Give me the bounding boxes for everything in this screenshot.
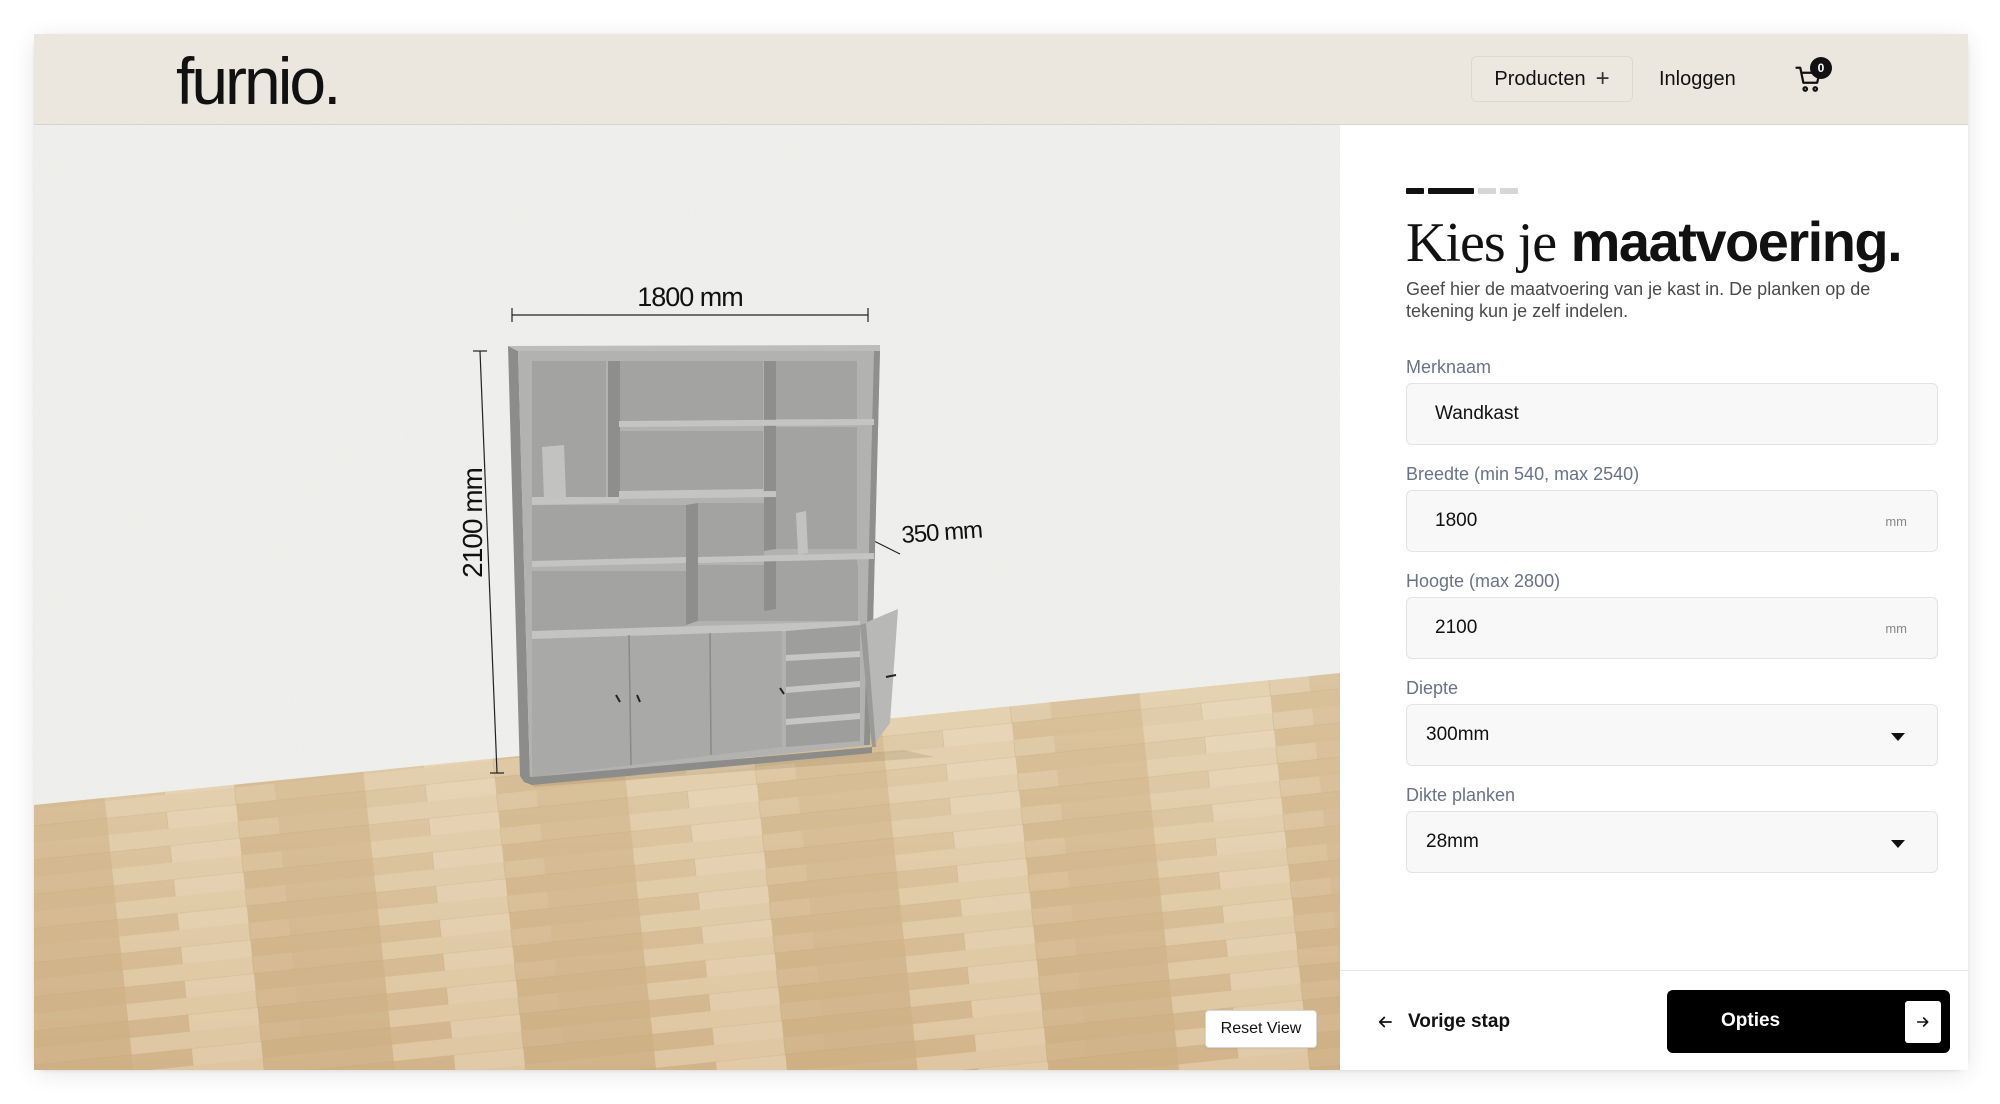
- next-options-button[interactable]: Opties: [1667, 990, 1950, 1053]
- height-field-label: Hoogte (max 2800): [1406, 571, 1561, 591]
- height-field-unit: mm: [1885, 620, 1907, 636]
- chevron-down-icon: [1891, 840, 1905, 848]
- nav-products-button[interactable]: Producten +: [1471, 56, 1633, 102]
- thickness-select-value: 28mm: [1426, 831, 1479, 852]
- height-field-value: 2100: [1435, 617, 1478, 638]
- chevron-down-icon: [1891, 733, 1905, 741]
- next-options-label: Opties: [1721, 1010, 1781, 1031]
- previous-step-button[interactable]: Vorige stap: [1376, 1003, 1510, 1041]
- width-field[interactable]: 1800 mm: [1406, 490, 1938, 552]
- thickness-select[interactable]: 28mm: [1406, 811, 1938, 873]
- page-title-bold: maatvoering.: [1570, 210, 1903, 273]
- depth-select-value: 300mm: [1426, 724, 1490, 745]
- depth-dimension-label: 350 mm: [901, 516, 983, 549]
- previous-step-label: Vorige stap: [1408, 1011, 1511, 1032]
- name-field-label: Merknaam: [1406, 357, 1492, 377]
- height-field[interactable]: 2100 mm: [1406, 597, 1938, 659]
- height-dimension-label: 2100 mm: [457, 468, 488, 578]
- arrow-right-icon: [1916, 1017, 1929, 1027]
- depth-select[interactable]: 300mm: [1406, 704, 1938, 766]
- thickness-field-label: Dikte planken: [1406, 785, 1516, 805]
- width-field-label: Breedte (min 540, max 2540): [1406, 464, 1640, 484]
- step-2: [1428, 188, 1474, 194]
- width-field-value: 1800: [1435, 510, 1478, 531]
- plus-icon: +: [1595, 65, 1610, 92]
- step-indicator: [1406, 188, 1518, 194]
- page-title: Kies je maatvoering.: [1406, 210, 1966, 275]
- width-field-unit: mm: [1885, 513, 1907, 529]
- logo[interactable]: furnio.: [176, 48, 341, 114]
- depth-field-label: Diepte: [1406, 678, 1459, 698]
- 3d-viewer[interactable]: 1800 mm 2100 mm 350 mm Reset View: [34, 125, 1340, 1070]
- arrow-right-box: [1905, 1001, 1941, 1043]
- cabinet-scene[interactable]: 1800 mm 2100 mm 350 mm: [34, 125, 1340, 1070]
- nav-login-link[interactable]: Inloggen: [1659, 56, 1736, 102]
- cabinet-model[interactable]: [508, 345, 934, 787]
- name-field[interactable]: Wandkast: [1406, 383, 1938, 445]
- page-title-light: Kies je: [1406, 212, 1557, 274]
- nav-products-label: Producten: [1494, 67, 1586, 90]
- width-dimension-label: 1800 mm: [637, 282, 743, 312]
- step-4: [1500, 188, 1518, 194]
- cart-count-badge: 0: [1810, 57, 1832, 79]
- arrow-left-icon: [1378, 1016, 1392, 1028]
- step-1: [1406, 188, 1424, 194]
- step-3: [1478, 188, 1496, 194]
- reset-view-button[interactable]: Reset View: [1205, 1010, 1317, 1048]
- page-subtitle: Geef hier de maatvoering van je kast in.…: [1406, 279, 1871, 321]
- name-field-value: Wandkast: [1435, 403, 1519, 424]
